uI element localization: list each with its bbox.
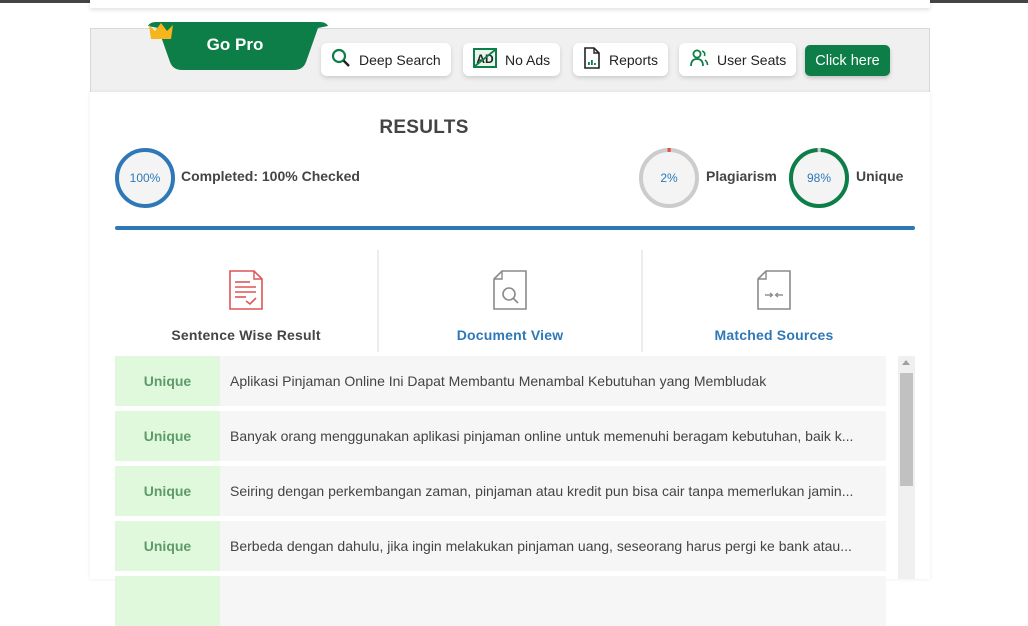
sentence-text: Banyak orang menggunakan aplikasi pinjam… [230,428,854,444]
sentence-status-badge: Unique [115,521,220,571]
plagiarism-percent: 2% [660,171,678,185]
click-here-button[interactable]: Click here [805,45,890,76]
completed-ring: 100% [115,148,175,208]
no-ads-icon: AD [473,48,497,71]
go-pro-label: Go Pro [206,35,264,54]
unique-label: Unique [856,168,904,184]
sentence-row[interactable]: Unique Seiring dengan perkembangan zaman… [115,466,886,516]
deep-search-label: Deep Search [359,51,441,68]
progress-bar [115,226,915,230]
sentence-status-badge: Unique [115,356,220,406]
unique-percent: 98% [806,171,832,185]
tab-document-view[interactable]: Document View [379,250,641,352]
sentence-list-scrollbar[interactable] [898,356,915,579]
tab-matched-sources-label: Matched Sources [714,327,834,343]
document-search-icon [492,270,528,315]
report-icon [583,47,601,72]
tab-sentence-wise-result-label: Sentence Wise Result [171,327,321,343]
sentence-status-badge: Unique [115,466,220,516]
sentence-text: Berbeda dengan dahulu, jika ingin melaku… [230,538,852,554]
results-title: RESULTS [379,117,469,138]
search-icon [331,48,351,71]
no-ads-label: No Ads [505,51,551,68]
sentence-report-icon [228,270,264,315]
document-compare-icon [756,270,792,315]
completed-percent: 100% [129,171,161,185]
tab-matched-sources[interactable]: Matched Sources [643,250,905,352]
scroll-up-arrow-icon[interactable] [902,360,910,365]
sentence-status-badge [115,576,220,626]
sentence-text: Aplikasi Pinjaman Online Ini Dapat Memba… [230,373,767,389]
plagiarism-ring: 2% [639,148,699,208]
scrollbar-thumb[interactable] [900,373,913,486]
no-ads-button[interactable]: AD No Ads [463,43,561,76]
go-pro-banner[interactable]: Go Pro [148,22,328,70]
sentence-row[interactable]: Unique Berbeda dengan dahulu, jika ingin… [115,521,886,571]
completed-label: Completed: 100% Checked [181,168,360,184]
sentence-status-badge: Unique [115,411,220,461]
plagiarism-label: Plagiarism [706,168,777,184]
sentence-text: Seiring dengan perkembangan zaman, pinja… [230,483,854,499]
unique-ring: 98% [789,148,849,208]
reports-button[interactable]: Reports [573,43,669,76]
tab-document-view-label: Document View [456,327,564,343]
sentence-row[interactable]: Unique Aplikasi Pinjaman Online Ini Dapa… [115,356,886,406]
deep-search-button[interactable]: Deep Search [321,43,451,76]
sentence-row[interactable] [115,576,886,626]
tab-sentence-wise-result[interactable]: Sentence Wise Result [115,250,377,352]
sentence-row[interactable]: Unique Banyak orang menggunakan aplikasi… [115,411,886,461]
users-icon [689,48,709,71]
reports-label: Reports [609,51,659,68]
user-seats-button[interactable]: User Seats [679,43,797,76]
user-seats-label: User Seats [717,51,787,68]
previous-card [90,0,930,8]
